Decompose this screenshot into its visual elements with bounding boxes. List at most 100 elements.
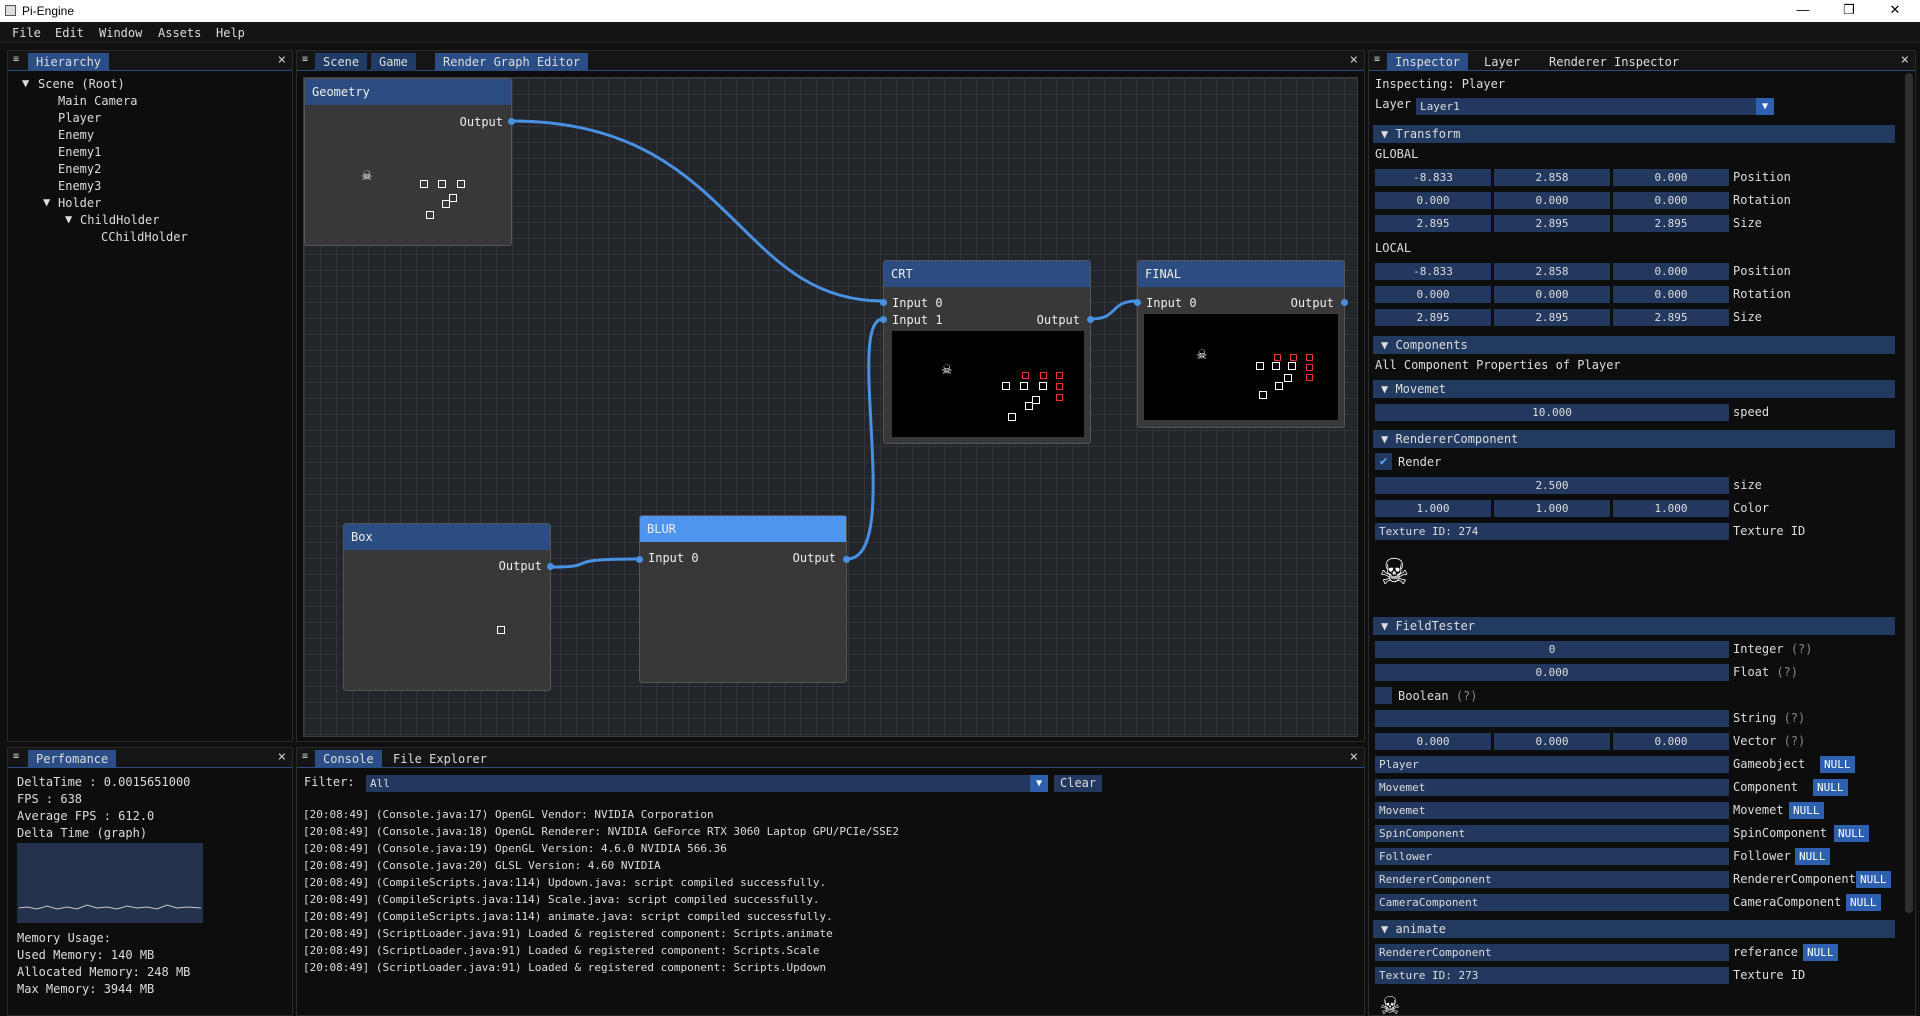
tab-game[interactable]: Game	[371, 53, 416, 71]
tree-item-scene-root[interactable]: Scene (Root)	[38, 77, 125, 91]
null-button[interactable]: NULL	[1856, 871, 1891, 888]
node-graph-canvas[interactable]: Geometry Output ☠ CRT Input 0 Input 1 Ou…	[303, 77, 1358, 737]
menu-assets[interactable]: Assets	[158, 26, 201, 40]
component-ref-field[interactable]: Movemet	[1375, 779, 1729, 796]
panel-menu-icon[interactable]: ≡	[1374, 55, 1383, 65]
local-rotation-z[interactable]: 0.000	[1613, 286, 1729, 303]
dropdown-arrow-icon[interactable]: ▼	[1756, 98, 1774, 115]
tab-inspector[interactable]: Inspector	[1387, 53, 1469, 71]
tree-item[interactable]: CChildHolder	[101, 230, 188, 244]
tree-item[interactable]: Enemy	[58, 128, 94, 142]
node-blur[interactable]: BLUR Input 0 Output	[636, 515, 850, 683]
dropdown-arrow-icon[interactable]: ▼	[1030, 775, 1048, 792]
local-size-x[interactable]: 2.895	[1375, 309, 1491, 326]
animate-texture-id-field[interactable]: Texture ID: 273	[1375, 967, 1729, 984]
tab-file-explorer[interactable]: File Explorer	[385, 750, 495, 768]
spincomponent-ref-field[interactable]: SpinComponent	[1375, 825, 1729, 842]
close-icon[interactable]: ×	[1901, 52, 1909, 68]
color-g[interactable]: 1.000	[1494, 500, 1610, 517]
texture-id-field[interactable]: Texture ID: 274	[1375, 523, 1729, 540]
section-components[interactable]: ▼ Components	[1373, 336, 1895, 354]
local-position-x[interactable]: -8.833	[1375, 263, 1491, 280]
size-field[interactable]: 2.500	[1375, 477, 1729, 494]
local-position-z[interactable]: 0.000	[1613, 263, 1729, 280]
tab-hierarchy[interactable]: Hierarchy	[28, 53, 110, 71]
output-pin-icon[interactable]	[1341, 299, 1348, 306]
global-position-x[interactable]: -8.833	[1375, 169, 1491, 186]
layer-select[interactable]: Layer1	[1416, 98, 1756, 115]
tree-arrow-icon[interactable]: ▼	[65, 212, 72, 226]
tab-renderer-inspector[interactable]: Renderer Inspector	[1541, 53, 1687, 71]
node-box[interactable]: Box Output	[343, 523, 554, 691]
minimize-button[interactable]: —	[1780, 0, 1826, 22]
gameobject-ref-field[interactable]: Player	[1375, 756, 1729, 773]
tree-item[interactable]: Enemy2	[58, 162, 101, 176]
panel-menu-icon[interactable]: ≡	[302, 752, 311, 762]
output-pin-icon[interactable]	[843, 556, 850, 563]
global-rotation-z[interactable]: 0.000	[1613, 192, 1729, 209]
close-icon[interactable]: ×	[278, 52, 286, 68]
tab-scene[interactable]: Scene	[315, 53, 368, 71]
output-pin-icon[interactable]	[547, 563, 554, 570]
global-size-y[interactable]: 2.895	[1494, 215, 1610, 232]
output-pin-icon[interactable]	[1087, 316, 1094, 323]
global-rotation-y[interactable]: 0.000	[1494, 192, 1610, 209]
node-crt[interactable]: CRT Input 0 Input 1 Output ☠	[880, 260, 1094, 444]
tab-render-graph-editor[interactable]: Render Graph Editor	[435, 53, 589, 71]
tab-console[interactable]: Console	[315, 750, 382, 768]
local-position-y[interactable]: 2.858	[1494, 263, 1610, 280]
menu-window[interactable]: Window	[99, 26, 142, 40]
filter-select[interactable]: All	[366, 775, 1030, 792]
menu-help[interactable]: Help	[216, 26, 245, 40]
color-b[interactable]: 1.000	[1613, 500, 1729, 517]
menu-file[interactable]: File	[12, 26, 41, 40]
null-button[interactable]: NULL	[1846, 894, 1881, 911]
node-final[interactable]: FINAL Input 0 Output ☠	[1134, 260, 1348, 428]
tree-item[interactable]: Player	[58, 111, 101, 125]
output-pin-icon[interactable]	[508, 118, 515, 125]
section-transform[interactable]: ▼ Transform	[1373, 125, 1895, 143]
tree-item[interactable]: Enemy3	[58, 179, 101, 193]
global-size-z[interactable]: 2.895	[1613, 215, 1729, 232]
tree-item[interactable]: Holder	[58, 196, 101, 210]
global-size-x[interactable]: 2.895	[1375, 215, 1491, 232]
referance-field[interactable]: RendererComponent	[1375, 944, 1729, 961]
panel-menu-icon[interactable]: ≡	[13, 752, 22, 762]
tab-performance[interactable]: Perfomance	[28, 750, 117, 768]
input-pin-icon[interactable]	[1134, 299, 1141, 306]
close-icon[interactable]: ×	[1350, 749, 1358, 765]
vector-x[interactable]: 0.000	[1375, 733, 1491, 750]
tree-item[interactable]: Main Camera	[58, 94, 137, 108]
panel-menu-icon[interactable]: ≡	[302, 55, 311, 65]
null-button[interactable]: NULL	[1789, 802, 1824, 819]
clear-button[interactable]: Clear	[1054, 775, 1103, 792]
menu-edit[interactable]: Edit	[55, 26, 84, 40]
local-size-z[interactable]: 2.895	[1613, 309, 1729, 326]
global-position-z[interactable]: 0.000	[1613, 169, 1729, 186]
section-fieldtester[interactable]: ▼ FieldTester	[1373, 617, 1895, 635]
float-field[interactable]: 0.000	[1375, 664, 1729, 681]
node-geometry[interactable]: Geometry Output ☠	[304, 78, 515, 246]
tree-arrow-icon[interactable]: ▼	[43, 195, 50, 209]
movemet-ref-field[interactable]: Movemet	[1375, 802, 1729, 819]
panel-menu-icon[interactable]: ≡	[13, 55, 22, 65]
section-movemet[interactable]: ▼ Movemet	[1373, 380, 1895, 398]
close-icon[interactable]: ×	[1350, 52, 1358, 68]
null-button[interactable]: NULL	[1834, 825, 1869, 842]
section-animate[interactable]: ▼ animate	[1373, 920, 1895, 938]
local-rotation-y[interactable]: 0.000	[1494, 286, 1610, 303]
cameracomponent-ref-field[interactable]: CameraComponent	[1375, 894, 1729, 911]
local-rotation-x[interactable]: 0.000	[1375, 286, 1491, 303]
global-rotation-x[interactable]: 0.000	[1375, 192, 1491, 209]
tree-item[interactable]: Enemy1	[58, 145, 101, 159]
input-pin-icon[interactable]	[880, 299, 887, 306]
color-r[interactable]: 1.000	[1375, 500, 1491, 517]
null-button[interactable]: NULL	[1820, 756, 1855, 773]
null-button[interactable]: NULL	[1813, 779, 1848, 796]
vector-y[interactable]: 0.000	[1494, 733, 1610, 750]
integer-field[interactable]: 0	[1375, 641, 1729, 658]
maximize-button[interactable]: ❐	[1826, 0, 1872, 22]
boolean-checkbox[interactable]	[1375, 687, 1392, 704]
tab-layer[interactable]: Layer	[1476, 53, 1528, 71]
speed-field[interactable]: 10.000	[1375, 404, 1729, 421]
